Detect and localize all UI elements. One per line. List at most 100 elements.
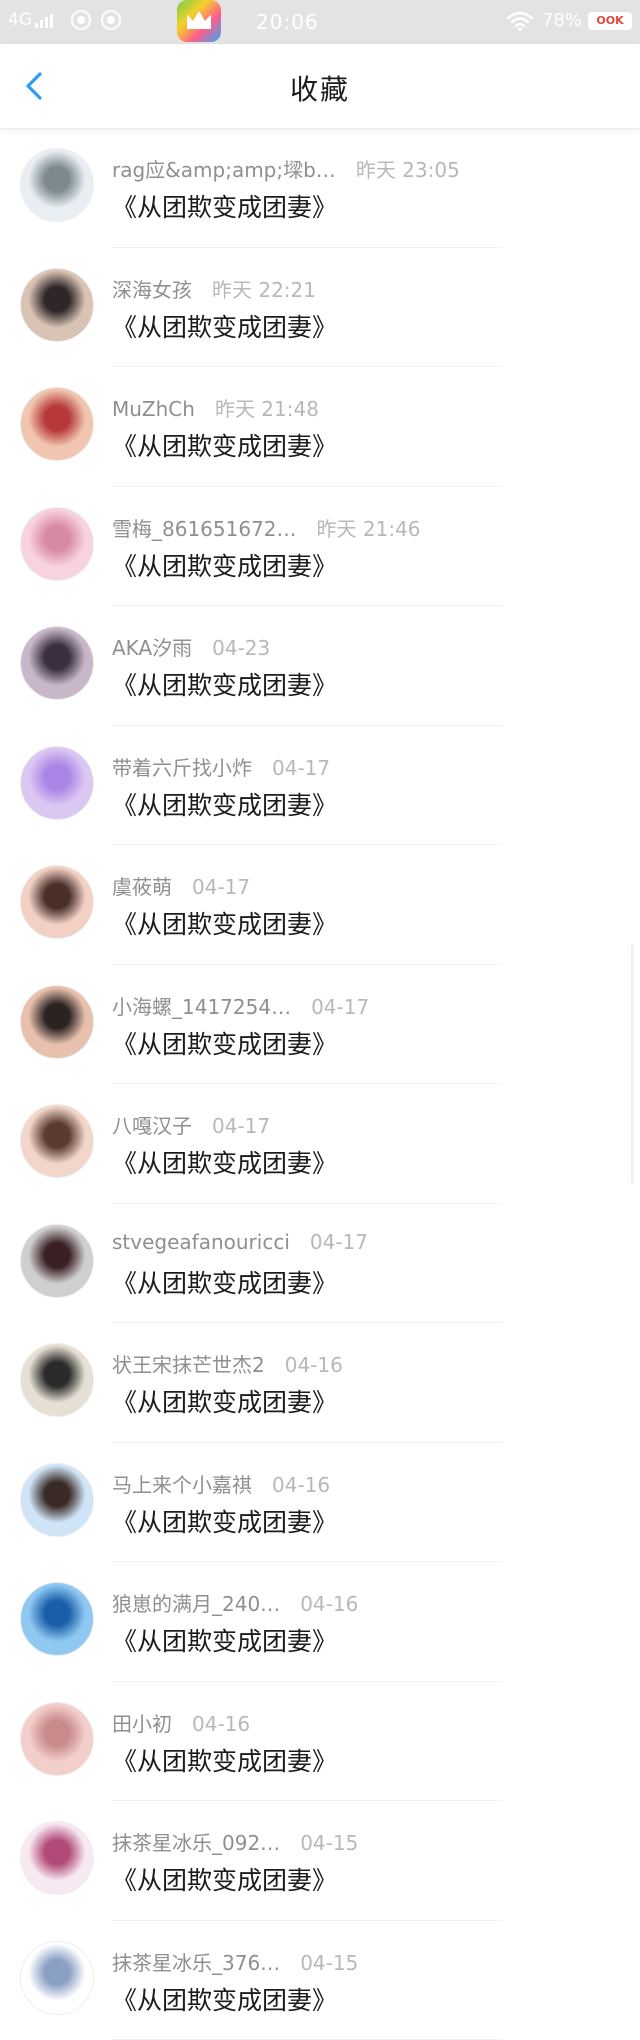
user-name[interactable]: rag应&amp;amp;墚b… (112, 154, 336, 183)
user-name[interactable]: 状王宋抹芒世杰2 (112, 1349, 265, 1378)
timestamp: 04-17 (212, 1114, 270, 1138)
page-title: 收藏 (0, 68, 640, 108)
status-bar-left: 4G (8, 10, 121, 30)
user-name[interactable]: 带着六斤找小炸 (112, 752, 252, 781)
user-avatar[interactable] (20, 1463, 94, 1537)
item-meta: 狼崽的满月_240… 04-16 (112, 1588, 358, 1617)
list-item[interactable]: MuZhCh昨天 21:48 《从团欺变成团妻》 (0, 367, 640, 487)
user-avatar[interactable] (20, 268, 94, 342)
user-name[interactable]: 小海螺_1417254… (112, 991, 291, 1020)
user-name[interactable]: 八嘎汉子 (112, 1110, 192, 1139)
favorited-work-title[interactable]: 《从团欺变成团妻》 (112, 188, 337, 224)
timestamp: 昨天 21:46 (317, 513, 421, 542)
timestamp: 04-15 (300, 1831, 358, 1855)
list-item[interactable]: 马上来个小嘉祺 04-16 《从团欺变成团妻》 (0, 1443, 640, 1563)
list-item[interactable]: 雪梅_861651672… 昨天 21:46 《从团欺变成团妻》 (0, 487, 640, 607)
user-avatar[interactable] (20, 865, 94, 939)
user-avatar[interactable] (20, 1343, 94, 1417)
user-name[interactable]: 抹茶星冰乐_376… (112, 1947, 280, 1976)
user-avatar[interactable] (20, 1821, 94, 1895)
favorited-work-title[interactable]: 《从团欺变成团妻》 (112, 1503, 337, 1539)
user-name[interactable]: stvegeafanouricci (112, 1230, 290, 1254)
favorited-work-title[interactable]: 《从团欺变成团妻》 (112, 1264, 337, 1300)
user-avatar[interactable] (20, 507, 94, 581)
user-avatar[interactable] (20, 387, 94, 461)
user-name[interactable]: 虞莜萌 (112, 871, 172, 900)
item-meta: 田小初 04-16 (112, 1708, 250, 1737)
list-item[interactable]: 抹茶星冰乐_376… 04-15 《从团欺变成团妻》 (0, 1921, 640, 2040)
user-avatar[interactable] (20, 1582, 94, 1656)
user-avatar[interactable] (20, 746, 94, 820)
timestamp: 04-16 (272, 1473, 330, 1497)
status-bar-right: 78% OOK (506, 10, 632, 31)
item-meta: 带着六斤找小炸 04-17 (112, 752, 330, 781)
wifi-icon (506, 11, 534, 31)
list-item[interactable]: 抹茶星冰乐_092… 04-15 《从团欺变成团妻》 (0, 1801, 640, 1921)
timestamp: 04-17 (310, 1230, 368, 1254)
user-avatar[interactable] (20, 985, 94, 1059)
list-item[interactable]: stvegeafanouricci 04-17 《从团欺变成团妻》 (0, 1204, 640, 1324)
favorited-work-title[interactable]: 《从团欺变成团妻》 (112, 905, 337, 941)
timestamp: 04-16 (300, 1592, 358, 1616)
item-meta: 虞莜萌 04-17 (112, 871, 250, 900)
item-meta: MuZhCh昨天 21:48 (112, 393, 319, 422)
favorites-list: rag应&amp;amp;墚b…昨天 23:05《从团欺变成团妻》深海女孩昨天 … (0, 128, 640, 2040)
list-item[interactable]: AKA汐雨 04-23 《从团欺变成团妻》 (0, 606, 640, 726)
user-name[interactable]: MuZhCh (112, 397, 195, 421)
timestamp: 04-15 (300, 1951, 358, 1975)
timestamp: 04-17 (311, 995, 369, 1019)
item-meta: stvegeafanouricci 04-17 (112, 1230, 368, 1254)
user-avatar[interactable] (20, 1224, 94, 1298)
favorited-work-title[interactable]: 《从团欺变成团妻》 (112, 1861, 337, 1897)
user-name[interactable]: 雪梅_861651672… (112, 513, 297, 542)
favorited-work-title[interactable]: 《从团欺变成团妻》 (112, 1622, 337, 1658)
user-avatar[interactable] (20, 1941, 94, 2015)
timestamp: 04-23 (212, 636, 270, 660)
user-avatar[interactable] (20, 1702, 94, 1776)
list-item[interactable]: 状王宋抹芒世杰204-16 《从团欺变成团妻》 (0, 1323, 640, 1443)
item-meta: 八嘎汉子 04-17 (112, 1110, 270, 1139)
favorited-work-title[interactable]: 《从团欺变成团妻》 (112, 427, 337, 463)
list-item[interactable]: 虞莜萌 04-17 《从团欺变成团妻》 (0, 845, 640, 965)
favorited-work-title[interactable]: 《从团欺变成团妻》 (112, 1742, 337, 1778)
favorited-work-title[interactable]: 《从团欺变成团妻》 (112, 786, 337, 822)
user-avatar[interactable] (20, 148, 94, 222)
notification-app-icon (71, 10, 91, 30)
timestamp: 04-17 (272, 756, 330, 780)
user-name[interactable]: 狼崽的满月_240… (112, 1588, 280, 1617)
list-item[interactable]: rag应&amp;amp;墚b…昨天 23:05《从团欺变成团妻》 (0, 128, 640, 248)
user-avatar[interactable] (20, 1104, 94, 1178)
list-item[interactable]: 田小初 04-16 《从团欺变成团妻》 (0, 1682, 640, 1802)
list-item[interactable]: 八嘎汉子 04-17 《从团欺变成团妻》 (0, 1084, 640, 1204)
top-navigation-bar: 收藏 (0, 44, 640, 129)
status-bar: 4G 20:06 78% OOK (0, 0, 640, 44)
user-name[interactable]: 抹茶星冰乐_092… (112, 1827, 280, 1856)
user-name[interactable]: 深海女孩 (112, 274, 192, 303)
battery-icon: OOK (588, 12, 632, 30)
list-item[interactable]: 小海螺_1417254… 04-17 《从团欺变成团妻》 (0, 965, 640, 1085)
scrollbar[interactable] (631, 944, 634, 1184)
user-name[interactable]: 田小初 (112, 1708, 172, 1737)
notification-chat-icon (101, 10, 121, 30)
user-name[interactable]: 马上来个小嘉祺 (112, 1469, 252, 1498)
user-avatar[interactable] (20, 626, 94, 700)
item-meta: 小海螺_1417254… 04-17 (112, 991, 369, 1020)
item-meta: 抹茶星冰乐_092… 04-15 (112, 1827, 358, 1856)
user-name[interactable]: AKA汐雨 (112, 632, 192, 661)
favorited-work-title[interactable]: 《从团欺变成团妻》 (112, 308, 337, 344)
status-time: 20:06 (256, 10, 319, 34)
item-meta: 抹茶星冰乐_376… 04-15 (112, 1947, 358, 1976)
timestamp: 04-16 (192, 1712, 250, 1736)
favorited-work-title[interactable]: 《从团欺变成团妻》 (112, 1981, 337, 2017)
favorited-work-title[interactable]: 《从团欺变成团妻》 (112, 1144, 337, 1180)
timestamp: 04-17 (192, 875, 250, 899)
list-item[interactable]: 狼崽的满月_240… 04-16 《从团欺变成团妻》 (0, 1562, 640, 1682)
favorited-work-title[interactable]: 《从团欺变成团妻》 (112, 547, 337, 583)
favorited-work-title[interactable]: 《从团欺变成团妻》 (112, 1025, 337, 1061)
favorited-work-title[interactable]: 《从团欺变成团妻》 (112, 1383, 337, 1419)
list-item[interactable]: 深海女孩昨天 22:21 《从团欺变成团妻》 (0, 248, 640, 368)
favorited-work-title[interactable]: 《从团欺变成团妻》 (112, 666, 337, 702)
item-meta: 状王宋抹芒世杰204-16 (112, 1349, 343, 1378)
list-item[interactable]: 带着六斤找小炸 04-17 《从团欺变成团妻》 (0, 726, 640, 846)
item-meta: 深海女孩昨天 22:21 (112, 274, 316, 303)
